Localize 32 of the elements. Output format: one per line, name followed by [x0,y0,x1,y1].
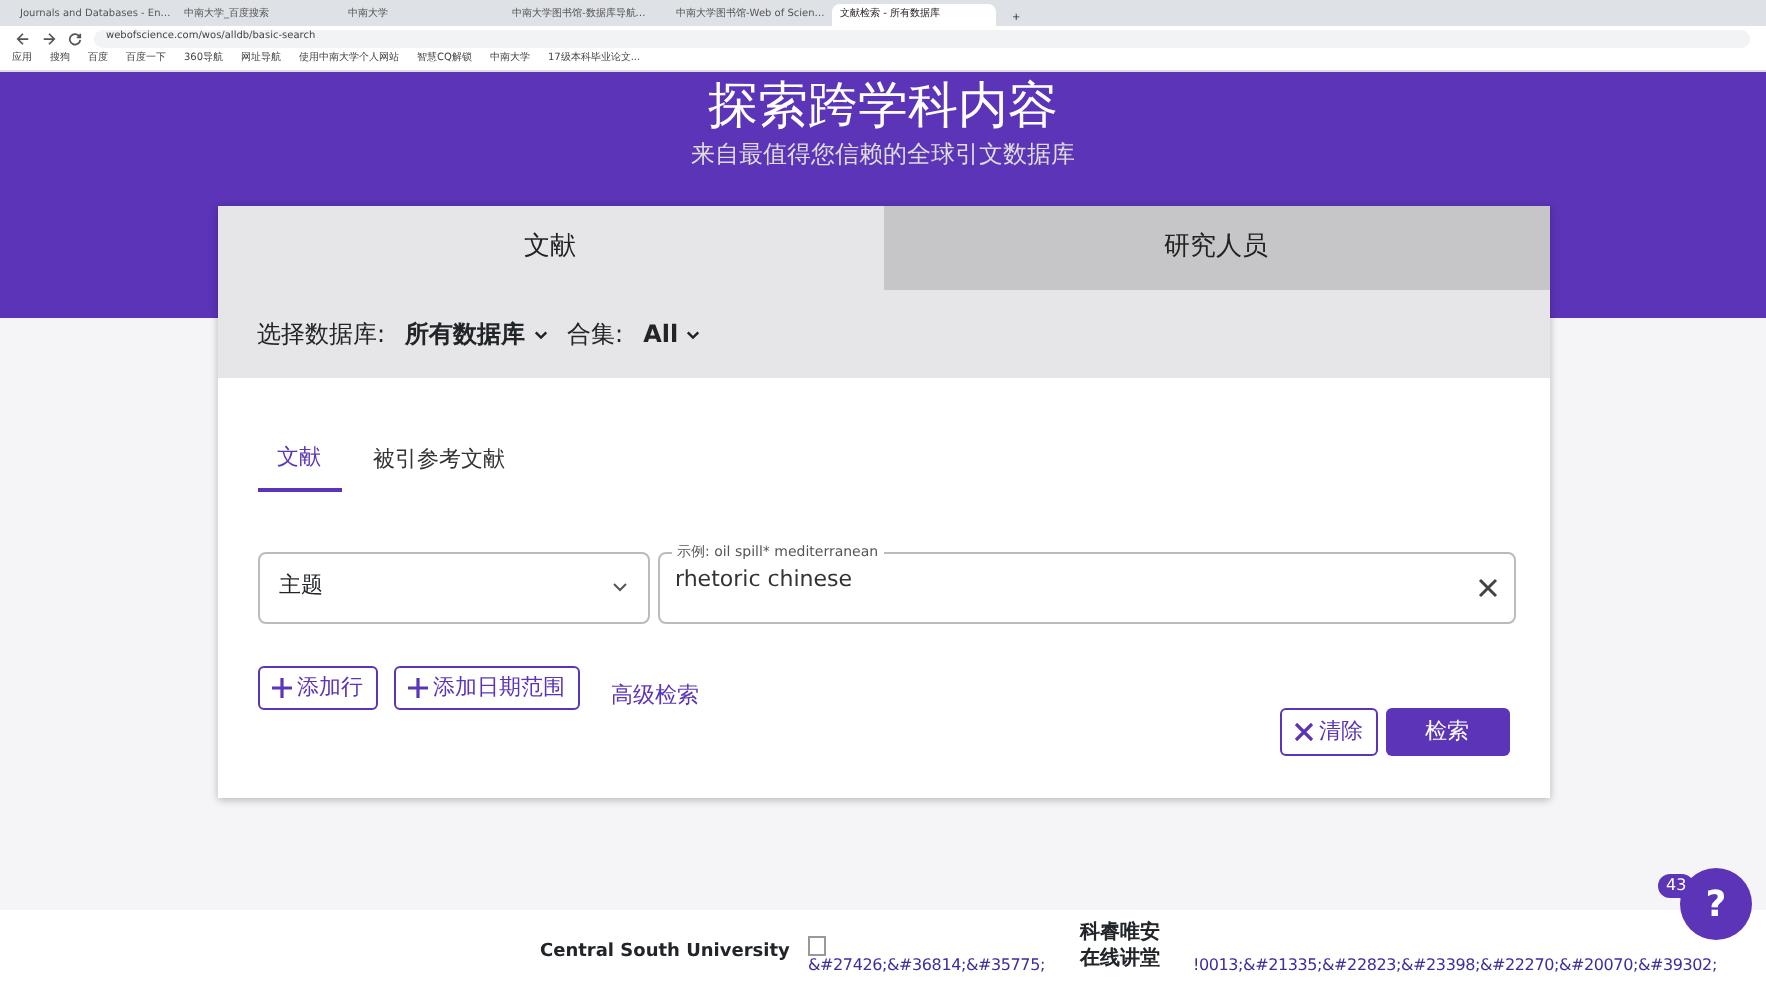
close-icon [1293,722,1313,742]
encoded-text: !0013;&#21335;&#22823;&#23398;&#22270;&#20070;&#39302; [1192,956,1717,976]
chevron-icon [686,329,701,339]
lecture-logo[interactable]: 科睿唯安 在线讲堂 [1080,920,1160,972]
forward-icon[interactable] [42,31,56,45]
hero-title: 探索跨学科内容 [706,76,1060,136]
search-tab[interactable]: 研究人员 [883,206,1549,290]
chevron-icon [611,582,627,592]
search-tab[interactable]: 文献 [217,206,883,290]
plus-icon [407,677,427,698]
add-date-range-button[interactable]: 添加日期范围 [393,665,579,710]
add-row-button[interactable]: 添加行 [257,665,377,710]
field-select[interactable]: 主题 [257,551,649,623]
broken-image-icon [808,936,826,956]
clear-button[interactable]: 清除 [1279,708,1377,756]
notification-count: 43 [1658,874,1695,898]
plus-icon [271,677,291,698]
advanced-search-link[interactable]: 高级检索 [611,679,699,712]
back-icon[interactable] [16,31,30,45]
collection-dropdown[interactable]: All [643,316,701,352]
encoded-text: &#27426;&#36814;&#35775; [808,956,1045,976]
reload-icon[interactable] [68,31,82,45]
hero-subtitle: 来自最值得您信赖的全球引文数据库 [689,138,1077,172]
sub-tab[interactable]: 文献 [257,438,341,491]
collection-label: 合集: [567,318,624,352]
chevron-icon [533,329,548,339]
close-icon[interactable] [1477,577,1497,597]
sub-tab[interactable]: 被引参考文献 [353,438,525,491]
search-button[interactable]: 检索 [1385,708,1509,756]
database-label: 选择数据库: [257,318,386,352]
database-dropdown[interactable]: 所有数据库 [405,316,548,352]
university-name: Central South University [540,942,792,964]
